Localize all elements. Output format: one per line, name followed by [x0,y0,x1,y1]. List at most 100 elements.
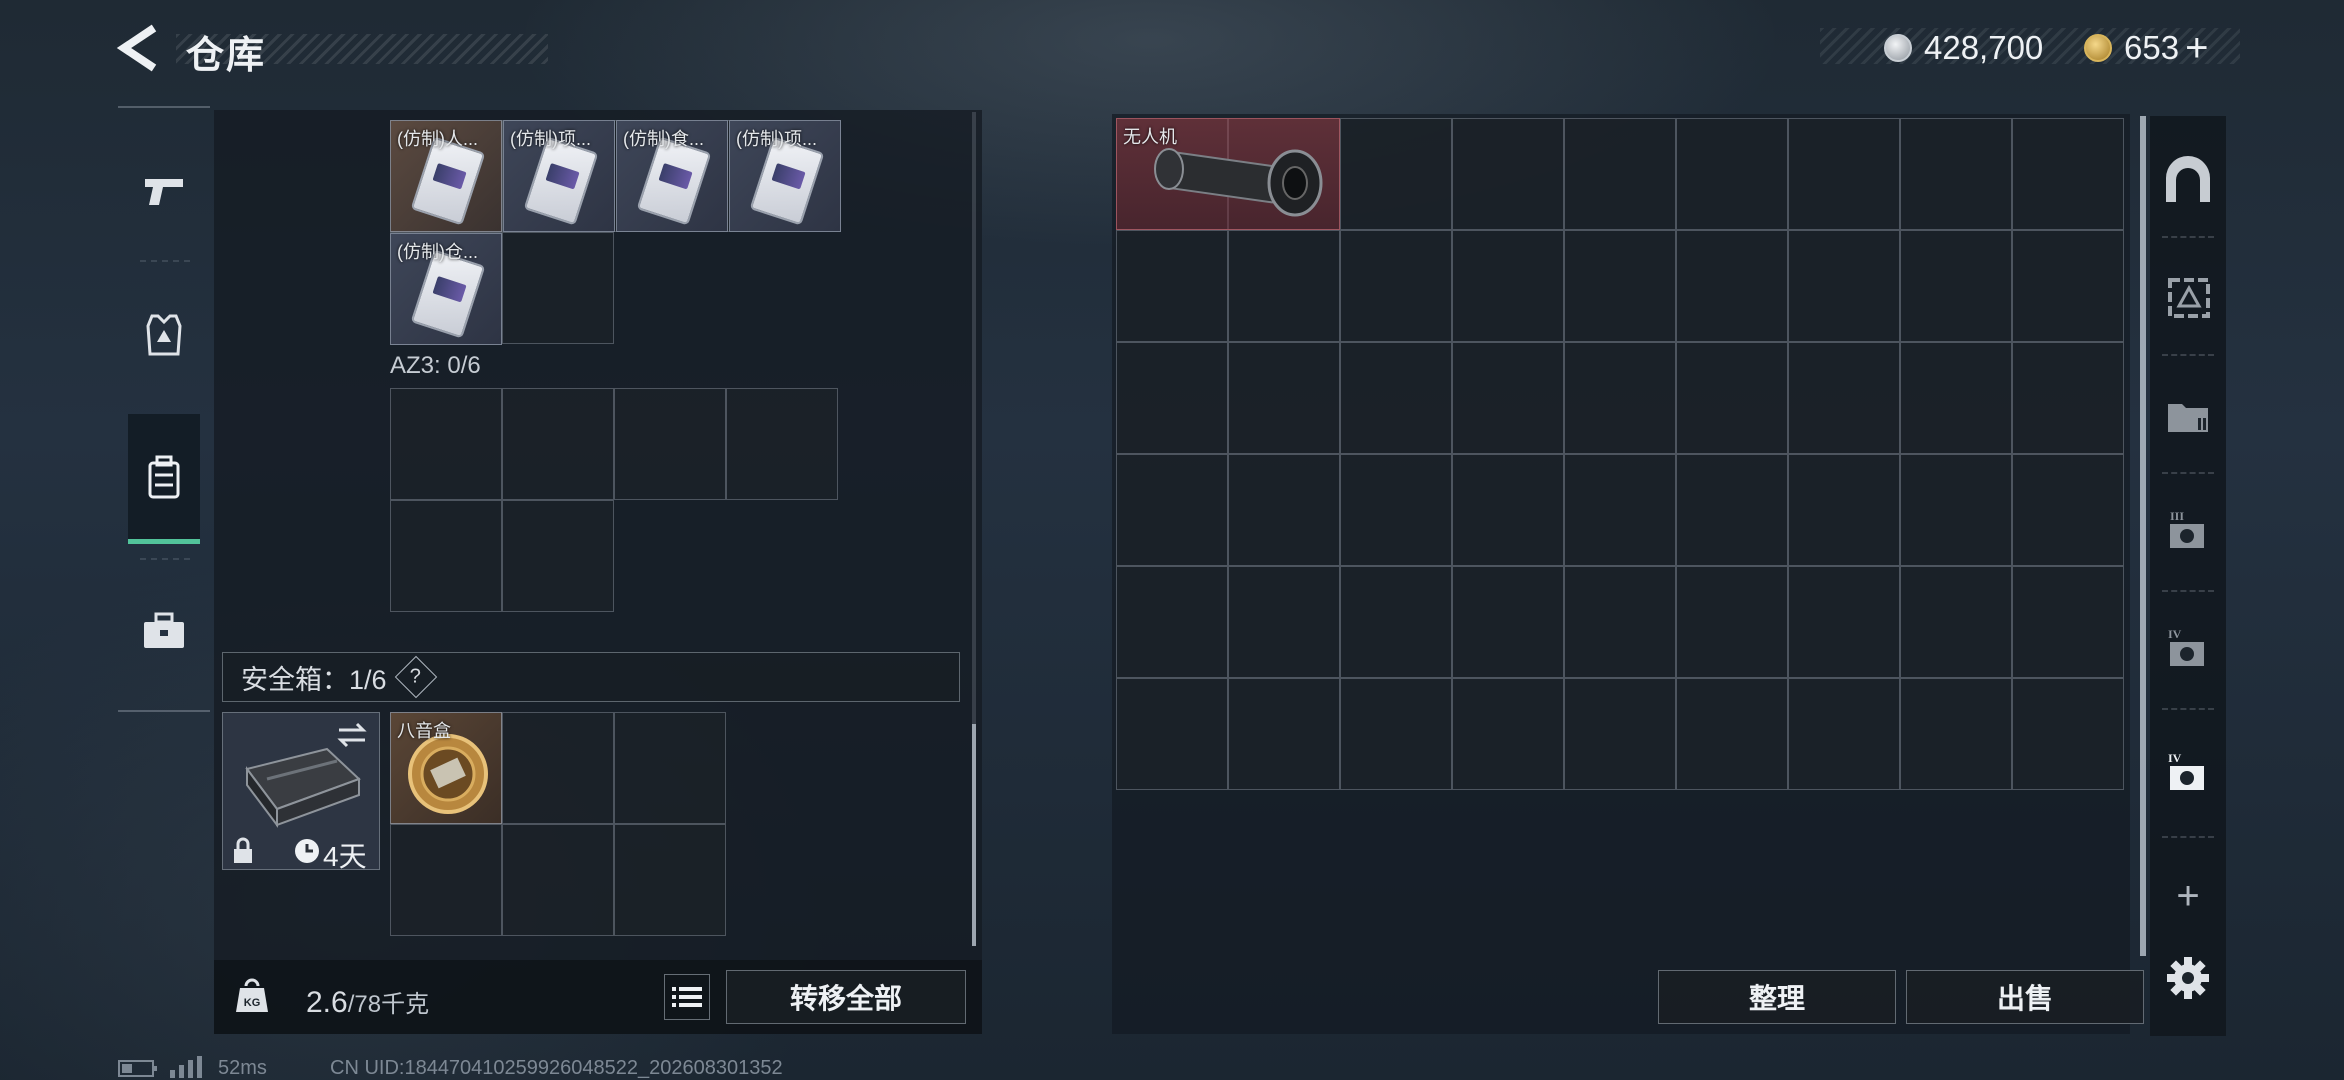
grid-cell[interactable] [1788,678,1900,790]
grid-cell[interactable] [1900,118,2012,230]
settings-button[interactable] [2158,948,2218,1008]
svg-text:IV: IV [2168,751,2182,765]
grid-cell[interactable] [1452,342,1564,454]
warehouse-tab-camera-3[interactable]: III [2158,502,2218,562]
grid-cell[interactable] [1340,566,1452,678]
grid-cell[interactable] [1788,118,1900,230]
grid-cell[interactable] [1788,566,1900,678]
battery-icon [118,1060,157,1077]
grid-cell[interactable] [2012,342,2124,454]
grid-cell[interactable] [1900,454,2012,566]
grid-cell[interactable] [1340,342,1452,454]
grid-cell[interactable] [1676,566,1788,678]
transfer-all-button[interactable]: 转移全部 [726,970,966,1024]
grid-cell[interactable] [726,388,838,500]
grid-cell[interactable] [502,232,614,344]
list-view-button[interactable] [664,974,710,1020]
grid-cell[interactable] [1116,566,1228,678]
weight-lock-button[interactable]: KG [232,976,272,1016]
grid-cell[interactable] [1564,678,1676,790]
grid-cell[interactable] [1452,118,1564,230]
inventory-item[interactable]: (仿制)人... [390,120,502,232]
grid-cell[interactable] [1676,342,1788,454]
help-button[interactable]: ? [394,655,437,699]
sort-button[interactable]: 整理 [1658,970,1896,1024]
grid-cell[interactable] [1340,230,1452,342]
add-currency-button[interactable]: + [2185,26,2208,71]
grid-cell[interactable] [502,500,614,612]
grid-cell[interactable] [1228,230,1340,342]
grid-cell[interactable] [1116,678,1228,790]
grid-cell[interactable] [1788,454,1900,566]
inventory-item[interactable]: (仿制)项... [729,120,841,232]
grid-cell[interactable] [1676,454,1788,566]
inventory-item[interactable]: 八音盒 [390,712,502,824]
grid-cell[interactable] [502,712,614,824]
category-case[interactable] [128,566,200,696]
grid-cell[interactable] [1564,118,1676,230]
back-button[interactable] [114,22,162,74]
grid-cell[interactable] [614,388,726,500]
grid-cell[interactable] [1340,118,1452,230]
warehouse-tab-main[interactable] [2158,150,2218,210]
category-armor[interactable] [128,270,200,400]
grid-cell[interactable] [614,824,726,936]
grid-cell[interactable] [1564,454,1676,566]
warehouse-tab-camera-4-active[interactable]: IV [2158,744,2218,804]
clock-icon [295,839,319,863]
category-backpack[interactable] [128,414,200,544]
grid-cell[interactable] [1564,566,1676,678]
grid-cell[interactable] [1116,454,1228,566]
grid-cell[interactable] [1228,678,1340,790]
grid-cell[interactable] [502,388,614,500]
grid-cell[interactable] [1676,230,1788,342]
grid-cell[interactable] [1340,678,1452,790]
grid-cell[interactable] [390,388,502,500]
grid-cell[interactable] [1452,230,1564,342]
grid-cell[interactable] [1340,454,1452,566]
grid-cell[interactable] [1564,230,1676,342]
warehouse-tab-camera-4[interactable]: IV [2158,620,2218,680]
grid-cell[interactable] [2012,230,2124,342]
grid-cell[interactable] [614,712,726,824]
inventory-item[interactable]: (仿制)项... [503,120,615,232]
grid-cell[interactable] [1564,342,1676,454]
grid-cell[interactable] [2012,454,2124,566]
grid-cell[interactable] [1228,454,1340,566]
grid-cell[interactable] [2012,118,2124,230]
grid-cell[interactable] [1788,230,1900,342]
inventory-item[interactable]: 无人机 [1116,118,1340,230]
grid-cell[interactable] [1900,342,2012,454]
grid-cell[interactable] [2012,678,2124,790]
grid-cell[interactable] [1900,566,2012,678]
grid-cell[interactable] [1452,678,1564,790]
safe-box-label: 安全箱：1/6 [241,664,387,695]
signal-icon [170,1056,202,1078]
sell-button[interactable]: 出售 [1906,970,2144,1024]
grid-cell[interactable] [1676,678,1788,790]
grid-cell[interactable] [1900,230,2012,342]
safe-box-case[interactable]: 4天 [222,712,380,872]
warehouse-tab-container-3[interactable] [2158,266,2218,326]
grid-cell[interactable] [1900,678,2012,790]
inventory-item[interactable]: (仿制)仓... [390,233,502,345]
grid-cell[interactable] [390,500,502,612]
grid-cell[interactable] [1676,118,1788,230]
grid-cell[interactable] [1452,566,1564,678]
backpack-scrollbar[interactable] [972,724,976,946]
warehouse-scrollbar[interactable] [2140,116,2146,956]
grid-cell[interactable] [502,824,614,936]
grid-cell[interactable] [2012,566,2124,678]
rail-divider [2162,836,2214,838]
warehouse-tab-folder[interactable] [2158,384,2218,444]
add-tab-button[interactable]: + [2158,866,2218,926]
grid-cell[interactable] [1452,454,1564,566]
grid-cell[interactable] [1788,342,1900,454]
category-weapons[interactable] [128,126,200,256]
grid-cell[interactable] [390,824,502,936]
grid-cell[interactable] [1116,230,1228,342]
grid-cell[interactable] [1116,342,1228,454]
grid-cell[interactable] [1228,342,1340,454]
grid-cell[interactable] [1228,566,1340,678]
inventory-item[interactable]: (仿制)食... [616,120,728,232]
